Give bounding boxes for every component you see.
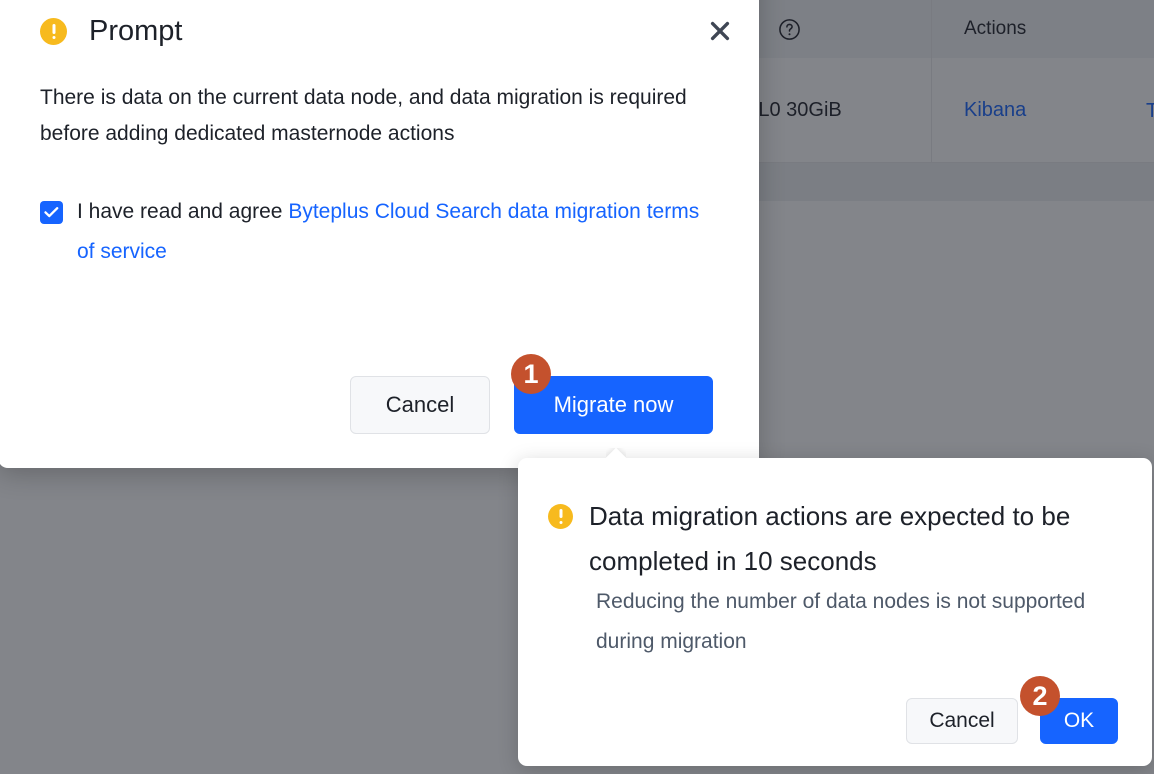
warning-circle-icon bbox=[40, 17, 67, 45]
close-icon[interactable] bbox=[703, 14, 737, 48]
dialog-title: Prompt bbox=[89, 14, 183, 47]
dialog-message: There is data on the current data node, … bbox=[40, 86, 687, 145]
dialog-header: Prompt bbox=[0, 0, 759, 62]
migrate-button-wrapper: Migrate now 1 bbox=[511, 354, 713, 434]
agreement-row: I have read and agree Byteplus Cloud Sea… bbox=[40, 192, 708, 272]
ok-button-wrapper: OK 2 bbox=[1020, 676, 1118, 744]
popover-title: Data migration actions are expected to b… bbox=[589, 501, 1071, 576]
popover-description: Reducing the number of data nodes is not… bbox=[596, 590, 1086, 653]
popover-cancel-button[interactable]: Cancel bbox=[906, 698, 1018, 744]
cancel-button[interactable]: Cancel bbox=[350, 376, 490, 434]
dialog-footer: Cancel Migrate now 1 bbox=[0, 354, 759, 434]
dialog-body: There is data on the current data node, … bbox=[40, 80, 708, 272]
popover-header: Data migration actions are expected to b… bbox=[548, 494, 1118, 584]
agreement-checkbox[interactable] bbox=[40, 201, 63, 224]
warning-circle-icon bbox=[548, 504, 573, 529]
prompt-dialog: Prompt There is data on the current data… bbox=[0, 0, 759, 468]
migration-confirm-popover: Data migration actions are expected to b… bbox=[518, 458, 1152, 766]
agreement-text: I have read and agree Byteplus Cloud Sea… bbox=[77, 192, 708, 272]
popover-arrow bbox=[606, 448, 626, 458]
popover-footer: Cancel OK 2 bbox=[518, 676, 1152, 744]
migrate-now-button[interactable]: Migrate now bbox=[514, 376, 713, 434]
popover-ok-button[interactable]: OK bbox=[1040, 698, 1118, 744]
agreement-prefix: I have read and agree bbox=[77, 200, 289, 223]
